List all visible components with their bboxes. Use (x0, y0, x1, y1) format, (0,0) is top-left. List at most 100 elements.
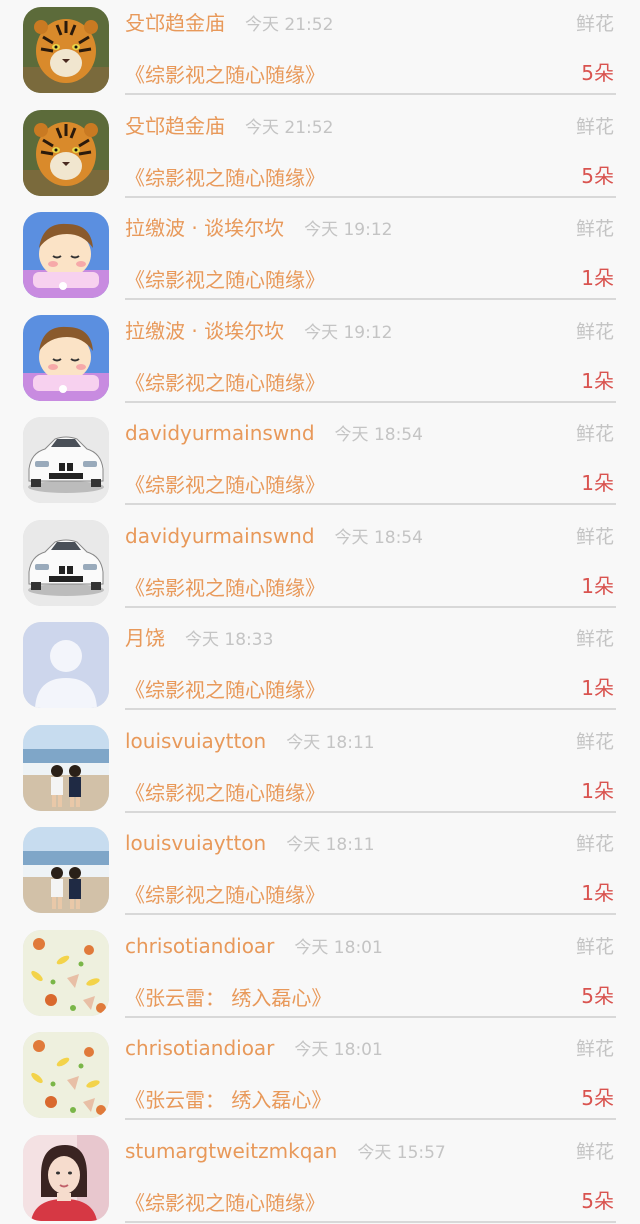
gift-type-label: 鲜花 (575, 1038, 614, 1060)
gift-count: 1朵 (581, 881, 614, 905)
book-title[interactable]: 《综影视之随心随缘》 (125, 368, 325, 398)
username[interactable]: chrisotiandioar (125, 1036, 274, 1060)
username-line: chrisotiandioar 今天 18:01 (125, 1033, 383, 1065)
gift-record-row[interactable]: 殳邙趋金庙 今天 21:52 鲜花 《综影视之随心随缘》 5朵 (0, 103, 640, 206)
gift-record-row[interactable]: 拉缴波 · 谈埃尔坎 今天 19:12 鲜花 《综影视之随心随缘》 1朵 (0, 308, 640, 411)
gift-time: 今天 18:54 (334, 425, 423, 445)
book-title[interactable]: 《综影视之随心随缘》 (125, 880, 325, 910)
gift-type-label: 鲜花 (575, 730, 614, 753)
username[interactable]: 殳邙趋金庙 (125, 11, 225, 35)
gift-record-row[interactable]: stumargtweitzmkqan 今天 15:57 鲜花 《综影视之随心随缘》… (0, 1128, 640, 1224)
username[interactable]: stumargtweitzmkqan (125, 1139, 337, 1163)
gift-count: 1朵 (581, 368, 614, 393)
beach-couple-avatar[interactable] (23, 724, 109, 811)
book-title[interactable]: 《综影视之随心随缘》 (125, 675, 325, 705)
book-title[interactable]: 《张云雷： 绣入磊心》 (125, 983, 331, 1013)
cartoon-girl-avatar[interactable] (23, 314, 109, 401)
username[interactable]: davidyurmainswnd (125, 421, 315, 445)
gift-record-row[interactable]: louisvuiaytton 今天 18:11 鲜花 《综影视之随心随缘》 1朵 (0, 820, 640, 923)
fruit-pattern-avatar[interactable] (23, 1032, 109, 1118)
girl-photo-avatar[interactable] (23, 1134, 109, 1221)
gift-time: 今天 18:01 (294, 937, 383, 958)
gift-count: 5朵 (581, 61, 614, 85)
gift-record-content: chrisotiandioar 今天 18:01 鲜花 《张云雷： 绣入磊心》 5… (125, 923, 616, 1018)
book-title[interactable]: 《综影视之随心随缘》 (125, 60, 325, 90)
gift-type-label: 鲜花 (575, 935, 614, 958)
gift-record-row[interactable]: louisvuiaytton 今天 18:11 鲜花 《综影视之随心随缘》 1朵 (0, 718, 640, 821)
default-user-avatar[interactable] (23, 622, 109, 708)
gift-count: 1朵 (581, 266, 614, 290)
username[interactable]: 拉缴波 · 谈埃尔坎 (125, 319, 284, 343)
gift-time: 今天 21:52 (245, 117, 334, 138)
gift-record-row[interactable]: chrisotiandioar 今天 18:01 鲜花 《张云雷： 绣入磊心》 5… (0, 923, 640, 1026)
username[interactable]: 月饶 (125, 626, 165, 650)
gift-type-label: 鲜花 (575, 218, 614, 240)
gift-record-content: 殳邙趋金庙 今天 21:52 鲜花 《综影视之随心随缘》 5朵 (125, 103, 616, 198)
gift-list: 殳邙趋金庙 今天 21:52 鲜花 《综影视之随心随缘》 5朵 殳邙趋金庙 今天 2… (0, 0, 640, 1224)
white-car-avatar[interactable] (23, 417, 109, 503)
book-title[interactable]: 《综影视之随心随缘》 (125, 470, 325, 500)
white-car-avatar[interactable] (23, 519, 109, 606)
beach-couple-avatar[interactable] (23, 827, 109, 913)
username[interactable]: davidyurmainswnd (125, 524, 315, 548)
username-line: davidyurmainswnd 今天 18:54 (125, 418, 423, 450)
gift-count: 1朵 (581, 778, 614, 803)
gift-record-row[interactable]: 拉缴波 · 谈埃尔坎 今天 19:12 鲜花 《综影视之随心随缘》 1朵 (0, 205, 640, 308)
gift-count: 5朵 (581, 983, 614, 1008)
book-title[interactable]: 《综影视之随心随缘》 (125, 1188, 325, 1218)
gift-time: 今天 18:54 (334, 527, 423, 548)
gift-record-row[interactable]: davidyurmainswnd 今天 18:54 鲜花 《综影视之随心随缘》 1… (0, 410, 640, 513)
username[interactable]: chrisotiandioar (125, 934, 274, 958)
username[interactable]: louisvuiaytton (125, 729, 266, 753)
gift-record-row[interactable]: chrisotiandioar 今天 18:01 鲜花 《张云雷： 绣入磊心》 5… (0, 1025, 640, 1128)
gift-record-content: louisvuiaytton 今天 18:11 鲜花 《综影视之随心随缘》 1朵 (125, 820, 616, 915)
cartoon-girl-avatar[interactable] (23, 212, 109, 298)
gift-record-content: stumargtweitzmkqan 今天 15:57 鲜花 《综影视之随心随缘》… (125, 1128, 616, 1223)
username[interactable]: 殳邙趋金庙 (125, 114, 225, 138)
gift-record-row[interactable]: 殳邙趋金庙 今天 21:52 鲜花 《综影视之随心随缘》 5朵 (0, 0, 640, 103)
username-line: 月饶 今天 18:33 (125, 623, 273, 655)
gift-type-label: 鲜花 (575, 1140, 614, 1163)
username[interactable]: louisvuiaytton (125, 831, 266, 855)
gift-type-label: 鲜花 (575, 13, 614, 35)
gift-count: 1朵 (581, 573, 614, 598)
gift-count: 5朵 (581, 1188, 614, 1213)
gift-count: 5朵 (581, 163, 614, 188)
tiger-avatar[interactable] (23, 109, 109, 196)
gift-time: 今天 18:11 (286, 732, 375, 753)
username-line: 殳邙趋金庙 今天 21:52 (125, 8, 333, 40)
username-line: chrisotiandioar 今天 18:01 (125, 931, 383, 963)
fruit-pattern-avatar[interactable] (23, 929, 109, 1016)
book-title[interactable]: 《综影视之随心随缘》 (125, 573, 325, 603)
book-title[interactable]: 《综影视之随心随缘》 (125, 778, 325, 808)
gift-time: 今天 18:33 (185, 630, 274, 650)
gift-record-row[interactable]: davidyurmainswnd 今天 18:54 鲜花 《综影视之随心随缘》 1… (0, 513, 640, 616)
book-title[interactable]: 《综影视之随心随缘》 (125, 163, 325, 193)
gift-record-row[interactable]: 月饶 今天 18:33 鲜花 《综影视之随心随缘》 1朵 (0, 615, 640, 718)
gift-count: 5朵 (581, 1086, 614, 1110)
book-title[interactable]: 《综影视之随心随缘》 (125, 265, 325, 295)
gift-record-content: louisvuiaytton 今天 18:11 鲜花 《综影视之随心随缘》 1朵 (125, 718, 616, 813)
username-line: 殳邙趋金庙 今天 21:52 (125, 111, 333, 143)
gift-time: 今天 19:12 (304, 220, 393, 240)
gift-record-content: 殳邙趋金庙 今天 21:52 鲜花 《综影视之随心随缘》 5朵 (125, 0, 616, 95)
gift-time: 今天 18:11 (286, 835, 375, 855)
gift-count: 1朵 (581, 471, 614, 495)
gift-count: 1朵 (581, 676, 614, 700)
gift-record-content: davidyurmainswnd 今天 18:54 鲜花 《综影视之随心随缘》 1… (125, 410, 616, 505)
book-title[interactable]: 《张云雷： 绣入磊心》 (125, 1085, 331, 1115)
gift-type-label: 鲜花 (575, 833, 614, 855)
gift-type-label: 鲜花 (575, 628, 614, 650)
gift-time: 今天 19:12 (304, 322, 393, 343)
gift-time: 今天 15:57 (357, 1142, 446, 1163)
gift-record-content: 月饶 今天 18:33 鲜花 《综影视之随心随缘》 1朵 (125, 615, 616, 710)
username-line: 拉缴波 · 谈埃尔坎 今天 19:12 (125, 316, 392, 348)
tiger-avatar[interactable] (23, 7, 109, 93)
username-line: louisvuiaytton 今天 18:11 (125, 828, 375, 860)
gift-time: 今天 21:52 (245, 15, 334, 35)
gift-record-content: davidyurmainswnd 今天 18:54 鲜花 《综影视之随心随缘》 1… (125, 513, 616, 608)
username-line: louisvuiaytton 今天 18:11 (125, 726, 375, 758)
gift-type-label: 鲜花 (575, 423, 614, 445)
username[interactable]: 拉缴波 · 谈埃尔坎 (125, 216, 284, 240)
username-line: stumargtweitzmkqan 今天 15:57 (125, 1136, 446, 1168)
